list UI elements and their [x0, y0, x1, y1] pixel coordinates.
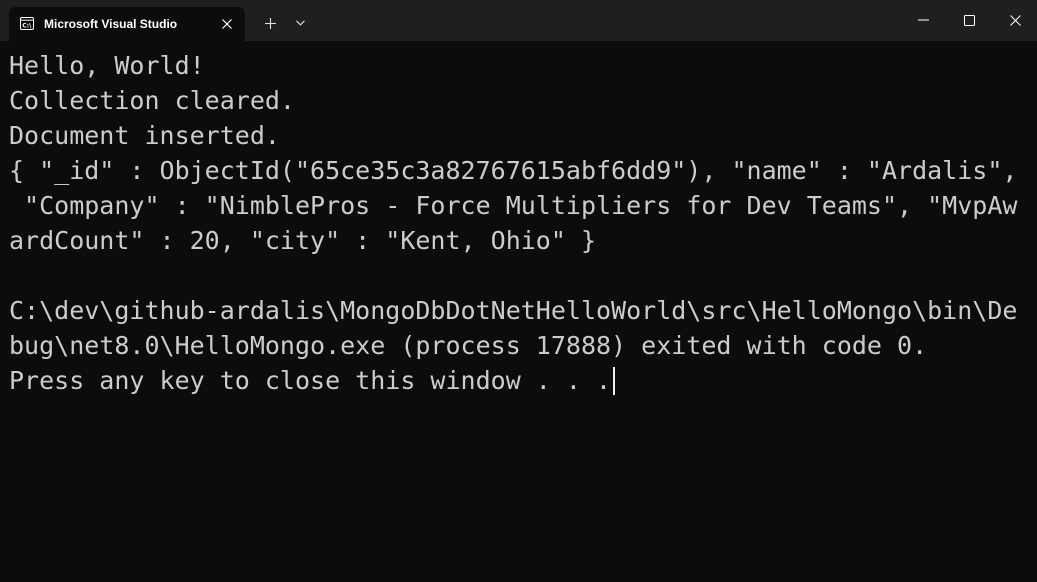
close-tab-button[interactable]: [217, 15, 237, 33]
maximize-button[interactable]: [946, 0, 992, 40]
close-window-button[interactable]: [992, 0, 1037, 40]
console-output[interactable]: Hello, World! Collection cleared. Docume…: [9, 48, 1031, 578]
close-icon: [222, 19, 232, 29]
new-tab-button[interactable]: [259, 12, 281, 34]
console-app-icon: C:\: [20, 17, 34, 30]
console-line: Hello, World!: [9, 51, 205, 80]
console-prompt-line: Press any key to close this window . . .: [9, 363, 1031, 398]
plus-icon: [264, 17, 276, 29]
close-icon: [1009, 14, 1021, 26]
title-bar: C:\ Microsoft Visual Studio Debug Consol…: [0, 0, 1037, 41]
tab-dropdown-button[interactable]: [290, 12, 310, 34]
console-line: ardCount" : 20, "city" : "Kent, Ohio" }: [9, 226, 596, 255]
terminal-window: C:\ Microsoft Visual Studio Debug Consol…: [0, 0, 1037, 582]
console-line: Press any key to close this window . . .: [9, 366, 612, 395]
console-line: { "_id" : ObjectId("65ce35c3a82767615abf…: [9, 156, 1018, 185]
tab-title: Microsoft Visual Studio Debug Console: [44, 17, 180, 31]
console-line: Document inserted.: [9, 121, 280, 150]
minimize-button[interactable]: [900, 0, 946, 40]
console-line: bug\net8.0\HelloMongo.exe (process 17888…: [9, 331, 928, 360]
svg-text:C:\: C:\: [22, 23, 32, 30]
minimize-icon: [917, 19, 929, 21]
chevron-down-icon: [295, 20, 305, 26]
text-cursor: [613, 367, 616, 395]
maximize-icon: [963, 14, 975, 26]
tab-debug-console[interactable]: C:\ Microsoft Visual Studio Debug Consol…: [9, 7, 245, 41]
console-line: "Company" : "NimblePros - Force Multipli…: [9, 191, 1018, 220]
console-line: C:\dev\github-ardalis\MongoDbDotNetHello…: [9, 296, 1018, 325]
console-line: Collection cleared.: [9, 86, 295, 115]
